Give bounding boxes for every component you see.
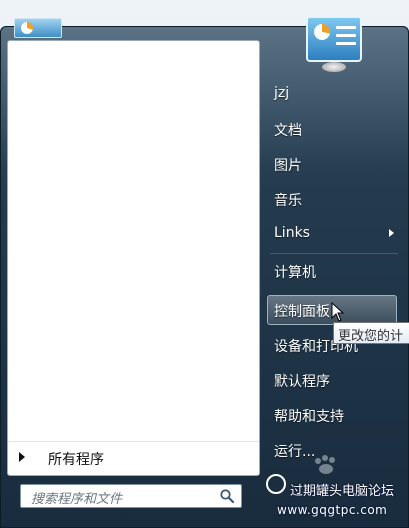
watermark-paw-icon [315, 455, 335, 474]
links-item[interactable]: Links [274, 225, 310, 241]
watermark-url: www.gqgtpc.com [277, 503, 388, 517]
control-panel-link[interactable]: 控制面板 [274, 301, 330, 321]
music-link[interactable]: 音乐 [274, 190, 302, 210]
programs-pane: 所有程序 [7, 40, 260, 476]
arrow-right-icon [19, 452, 25, 462]
documents-link[interactable]: 文档 [274, 120, 302, 140]
watermark-title: 过期罐头电脑论坛 [290, 484, 395, 499]
control-panel-small-icon [14, 18, 62, 38]
pictures-link[interactable]: 图片 [274, 155, 302, 175]
all-programs-label: 所有程序 [48, 452, 104, 468]
computer-link[interactable]: 计算机 [274, 262, 316, 282]
run-link[interactable]: 运行... [274, 441, 315, 461]
all-programs-button[interactable]: 所有程序 [8, 441, 259, 476]
tooltip: 更改您的计 [333, 322, 409, 344]
cursor-icon [331, 302, 345, 322]
help-support-link[interactable]: 帮助和支持 [274, 406, 344, 426]
search-icon[interactable] [219, 488, 235, 504]
chevron-right-icon [389, 229, 394, 237]
watermark-logo-icon [266, 474, 286, 494]
default-programs-link[interactable]: 默认程序 [274, 371, 330, 391]
separator [270, 253, 398, 254]
user-name-link[interactable]: jzj [274, 85, 289, 101]
search-placeholder: 搜索程序和文件 [31, 492, 123, 507]
search-input[interactable]: 搜索程序和文件 [20, 484, 242, 508]
control-panel-icon [306, 16, 362, 72]
